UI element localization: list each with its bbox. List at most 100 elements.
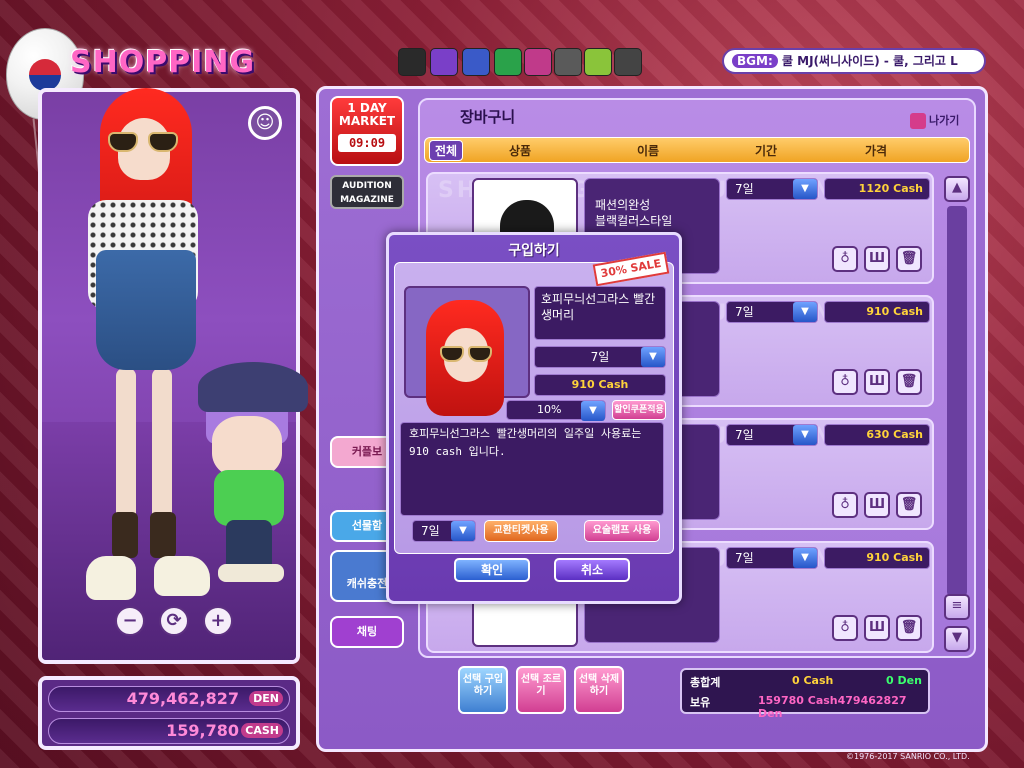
delete-icon[interactable]: 🗑 [896, 492, 922, 518]
discount-select[interactable]: 10% ▼ [506, 400, 606, 421]
zoom-in-button[interactable]: + [203, 606, 233, 636]
cart-scrollbar[interactable]: ▲ ≡ ▼ [944, 176, 970, 654]
chevron-down-icon[interactable]: ▼ [793, 179, 817, 199]
clover-icon[interactable] [494, 48, 522, 76]
period-select[interactable]: 7일 ▼ [726, 178, 818, 200]
scroll-menu-icon[interactable]: ≡ [944, 594, 970, 620]
chevron-down-icon[interactable]: ▼ [451, 521, 475, 541]
dialog-message: 호피무늬선그라스 빨간생머리의 일주일 사용료는 910 cash 입니다. [400, 422, 664, 516]
cart-totals: 총합계 0 Cash 0 Den 보유 159780 Cash479462827… [680, 668, 930, 720]
period-value: 7일 [735, 182, 754, 196]
period-select[interactable]: 7일 ▼ [726, 301, 818, 323]
ticket-period-select[interactable]: 7일 ▼ [412, 520, 476, 542]
profile-icon[interactable]: ☺ [248, 106, 282, 140]
cash-unit: CASH [241, 723, 283, 738]
dialog-item-name: 호피무늬선그라스 빨간생머리 [534, 286, 666, 340]
delete-icon[interactable]: 🗑 [896, 246, 922, 272]
dialog-period-value: 7일 [590, 350, 610, 364]
item-price: 910 Cash [824, 547, 930, 569]
period-select[interactable]: 7일 ▼ [726, 547, 818, 569]
scroll-down-icon[interactable]: ▼ [944, 626, 970, 652]
header-price: 가격 [865, 144, 888, 158]
rotate-button[interactable]: ⟳ [159, 606, 189, 636]
item-price: 910 Cash [824, 301, 930, 323]
wear-button[interactable]: Ш [864, 369, 890, 395]
market-label: MARKET [338, 114, 396, 128]
scroll-up-icon[interactable]: ▲ [944, 176, 970, 202]
den-unit: DEN [249, 691, 283, 706]
period-value: 7일 [735, 305, 754, 319]
magazine-label-2: MAGAZINE [340, 195, 394, 205]
use-magic-lamp-button[interactable]: 요술램프 사용 [584, 520, 660, 542]
try-on-button[interactable]: ♁ [832, 246, 858, 272]
cash-value: 159,780 [166, 721, 239, 740]
audition-magazine-button[interactable]: AUDITION MAGAZINE [330, 175, 404, 209]
item-desc-line1: 패션의완성 [595, 198, 651, 212]
header-period: 기간 [755, 144, 778, 158]
chevron-down-icon[interactable]: ▼ [581, 401, 605, 421]
totals-label: 총합계 [690, 676, 721, 689]
ticket-period-value: 7일 [421, 524, 440, 538]
header-name: 이름 [637, 144, 660, 158]
sunglasses-icon [440, 346, 492, 362]
wear-button[interactable]: Ш [864, 492, 890, 518]
chevron-down-icon[interactable]: ▼ [793, 425, 817, 445]
exit-label: 나가기 [929, 114, 960, 127]
item-price: 1120 Cash [824, 178, 930, 200]
delete-icon[interactable]: 🗑 [896, 615, 922, 641]
chevron-down-icon[interactable]: ▼ [641, 347, 665, 367]
cart-column-header: 전체 상품 이름 기간 가격 [424, 137, 970, 163]
shop-icon[interactable] [398, 48, 426, 76]
header-product: 상품 [509, 144, 532, 158]
try-on-button[interactable]: ♁ [832, 615, 858, 641]
period-select[interactable]: 7일 ▼ [726, 424, 818, 446]
gift-icon[interactable] [524, 48, 552, 76]
buy-selected-button[interactable]: 선택 구입하기 [458, 666, 508, 714]
bgm-title: 쿨 MJ(써니사이드) - 쿨, 그리고 L [781, 54, 958, 68]
wallet-panel: 479,462,827 DEN 159,780 CASH [38, 676, 300, 750]
delete-icon[interactable]: 🗑 [896, 369, 922, 395]
bgm-label: BGM: [732, 54, 778, 68]
period-value: 7일 [735, 428, 754, 442]
cash-row: 159,780 CASH [48, 718, 290, 744]
confirm-button[interactable]: 확인 [454, 558, 530, 582]
one-day-market-button[interactable]: 1 DAY MARKET 09:09 [330, 96, 404, 166]
item-desc-line2: 블랙컬러스타일 [595, 214, 673, 228]
totals-den: 0 Den [886, 674, 922, 687]
cart-title: 장바구니 [460, 108, 516, 126]
delete-selected-button[interactable]: 선택 삭제하기 [574, 666, 624, 714]
item-price: 630 Cash [824, 424, 930, 446]
totals-cash: 0 Cash [792, 674, 834, 687]
den-row: 479,462,827 DEN [48, 686, 290, 712]
friends-icon[interactable] [462, 48, 490, 76]
chat-button[interactable]: 채팅 [330, 616, 404, 648]
cancel-button[interactable]: 취소 [554, 558, 630, 582]
filter-all-button[interactable]: 전체 [429, 140, 464, 161]
discount-value: 10% [537, 403, 562, 416]
period-value: 7일 [735, 551, 754, 565]
apply-coupon-button[interactable]: 할인쿠폰적용 [612, 400, 666, 420]
chevron-down-icon[interactable]: ▼ [793, 302, 817, 322]
exit-button[interactable]: 나가기 [910, 112, 959, 129]
bgm-ticker[interactable]: BGM: 쿨 MJ(써니사이드) - 쿨, 그리고 L [722, 48, 986, 74]
scroll-track[interactable] [947, 206, 967, 596]
use-ticket-button[interactable]: 교환티켓사용 [484, 520, 558, 542]
dialog-period-select[interactable]: 7일 ▼ [534, 346, 666, 368]
try-on-button[interactable]: ♁ [832, 492, 858, 518]
request-selected-button[interactable]: 선택 조르기 [516, 666, 566, 714]
shopping-mall-logo: SHOPPING MALL [70, 45, 256, 126]
wardrobe-icon[interactable] [430, 48, 458, 76]
market-timer: 09:09 [338, 134, 396, 152]
exit-icon [910, 113, 926, 129]
zoom-out-button[interactable]: − [115, 606, 145, 636]
chevron-down-icon[interactable]: ▼ [793, 548, 817, 568]
wear-button[interactable]: Ш [864, 246, 890, 272]
shot-icon[interactable] [554, 48, 582, 76]
settings-icon[interactable] [614, 48, 642, 76]
dialog-price: 910 Cash [534, 374, 666, 396]
try-on-button[interactable]: ♁ [832, 369, 858, 395]
copyright: ©1976-2017 SANRIO CO., LTD. [846, 752, 970, 761]
wear-button[interactable]: Ш [864, 615, 890, 641]
garden-icon[interactable] [584, 48, 612, 76]
den-value: 479,462,827 [126, 689, 239, 708]
